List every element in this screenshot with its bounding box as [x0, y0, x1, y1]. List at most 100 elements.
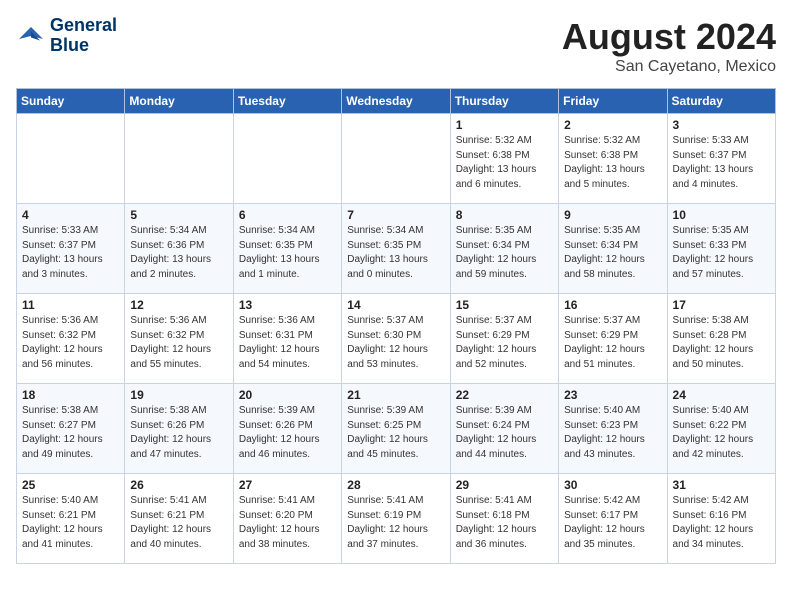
day-number: 12	[130, 298, 227, 312]
calendar-week-2: 4Sunrise: 5:33 AM Sunset: 6:37 PM Daylig…	[17, 204, 776, 294]
day-info: Sunrise: 5:42 AM Sunset: 6:16 PM Dayligh…	[673, 494, 770, 552]
logo-text: General Blue	[50, 16, 117, 56]
day-header-thursday: Thursday	[450, 89, 558, 114]
day-number: 7	[347, 208, 444, 222]
day-header-saturday: Saturday	[667, 89, 775, 114]
calendar-cell: 17 Sunrise: 5:38 AM Sunset: 6:28 PM Dayli…	[667, 294, 775, 384]
calendar-cell: 3 Sunrise: 5:33 AM Sunset: 6:37 PM Daylig…	[667, 114, 775, 204]
day-number: 21	[347, 388, 444, 402]
day-number: 8	[456, 208, 553, 222]
day-info: Sunrise: 5:38 AM Sunset: 6:28 PM Dayligh…	[673, 314, 770, 372]
day-number: 2	[564, 118, 661, 132]
day-info: Sunrise: 5:42 AM Sunset: 6:17 PM Dayligh…	[564, 494, 661, 552]
day-number: 25	[22, 478, 119, 492]
day-number: 17	[673, 298, 770, 312]
day-header-tuesday: Tuesday	[233, 89, 341, 114]
day-info: Sunrise: 5:34 AM Sunset: 6:35 PM Dayligh…	[239, 224, 336, 282]
day-number: 29	[456, 478, 553, 492]
day-number: 19	[130, 388, 227, 402]
day-info: Sunrise: 5:40 AM Sunset: 6:22 PM Dayligh…	[673, 404, 770, 462]
calendar-cell: 2 Sunrise: 5:32 AM Sunset: 6:38 PM Daylig…	[559, 114, 667, 204]
calendar-cell: 18 Sunrise: 5:38 AM Sunset: 6:27 PM Dayli…	[17, 384, 125, 474]
day-header-monday: Monday	[125, 89, 233, 114]
day-number: 14	[347, 298, 444, 312]
day-info: Sunrise: 5:40 AM Sunset: 6:23 PM Dayligh…	[564, 404, 661, 462]
day-number: 10	[673, 208, 770, 222]
day-number: 23	[564, 388, 661, 402]
day-number: 9	[564, 208, 661, 222]
calendar-cell: 7Sunrise: 5:34 AM Sunset: 6:35 PM Daylig…	[342, 204, 450, 294]
calendar-cell: 20Sunrise: 5:39 AM Sunset: 6:26 PM Dayli…	[233, 384, 341, 474]
calendar-week-1: 1 Sunrise: 5:32 AM Sunset: 6:38 PM Daylig…	[17, 114, 776, 204]
calendar-cell: 13Sunrise: 5:36 AM Sunset: 6:31 PM Dayli…	[233, 294, 341, 384]
day-number: 3	[673, 118, 770, 132]
day-number: 6	[239, 208, 336, 222]
day-info: Sunrise: 5:35 AM Sunset: 6:33 PM Dayligh…	[673, 224, 770, 282]
calendar-cell	[17, 114, 125, 204]
calendar-table: SundayMondayTuesdayWednesdayThursdayFrid…	[16, 88, 776, 564]
day-header-friday: Friday	[559, 89, 667, 114]
day-info: Sunrise: 5:40 AM Sunset: 6:21 PM Dayligh…	[22, 494, 119, 552]
calendar-cell: 29 Sunrise: 5:41 AM Sunset: 6:18 PM Dayli…	[450, 474, 558, 564]
day-info: Sunrise: 5:41 AM Sunset: 6:20 PM Dayligh…	[239, 494, 336, 552]
day-number: 5	[130, 208, 227, 222]
day-info: Sunrise: 5:41 AM Sunset: 6:21 PM Dayligh…	[130, 494, 227, 552]
day-number: 18	[22, 388, 119, 402]
title-block: August 2024 San Cayetano, Mexico	[562, 16, 776, 76]
day-info: Sunrise: 5:36 AM Sunset: 6:32 PM Dayligh…	[130, 314, 227, 372]
day-number: 26	[130, 478, 227, 492]
page-header: General Blue August 2024 San Cayetano, M…	[16, 16, 776, 76]
calendar-cell: 30 Sunrise: 5:42 AM Sunset: 6:17 PM Dayli…	[559, 474, 667, 564]
calendar-cell: 10 Sunrise: 5:35 AM Sunset: 6:33 PM Dayli…	[667, 204, 775, 294]
day-info: Sunrise: 5:37 AM Sunset: 6:29 PM Dayligh…	[564, 314, 661, 372]
day-info: Sunrise: 5:32 AM Sunset: 6:38 PM Dayligh…	[456, 134, 553, 192]
calendar-cell: 8 Sunrise: 5:35 AM Sunset: 6:34 PM Daylig…	[450, 204, 558, 294]
day-number: 30	[564, 478, 661, 492]
day-number: 20	[239, 388, 336, 402]
day-info: Sunrise: 5:39 AM Sunset: 6:25 PM Dayligh…	[347, 404, 444, 462]
calendar-cell	[233, 114, 341, 204]
calendar-cell: 6 Sunrise: 5:34 AM Sunset: 6:35 PM Daylig…	[233, 204, 341, 294]
day-info: Sunrise: 5:39 AM Sunset: 6:24 PM Dayligh…	[456, 404, 553, 462]
day-info: Sunrise: 5:38 AM Sunset: 6:26 PM Dayligh…	[130, 404, 227, 462]
day-number: 4	[22, 208, 119, 222]
logo-icon	[16, 21, 46, 51]
calendar-header: SundayMondayTuesdayWednesdayThursdayFrid…	[17, 89, 776, 114]
calendar-week-3: 11 Sunrise: 5:36 AM Sunset: 6:32 PM Dayli…	[17, 294, 776, 384]
day-info: Sunrise: 5:34 AM Sunset: 6:36 PM Dayligh…	[130, 224, 227, 282]
calendar-cell: 15Sunrise: 5:37 AM Sunset: 6:29 PM Dayli…	[450, 294, 558, 384]
day-number: 28	[347, 478, 444, 492]
day-info: Sunrise: 5:36 AM Sunset: 6:31 PM Dayligh…	[239, 314, 336, 372]
calendar-cell: 27Sunrise: 5:41 AM Sunset: 6:20 PM Dayli…	[233, 474, 341, 564]
calendar-cell: 1 Sunrise: 5:32 AM Sunset: 6:38 PM Daylig…	[450, 114, 558, 204]
calendar-cell: 5 Sunrise: 5:34 AM Sunset: 6:36 PM Daylig…	[125, 204, 233, 294]
day-number: 1	[456, 118, 553, 132]
day-info: Sunrise: 5:36 AM Sunset: 6:32 PM Dayligh…	[22, 314, 119, 372]
calendar-cell: 28 Sunrise: 5:41 AM Sunset: 6:19 PM Dayli…	[342, 474, 450, 564]
day-number: 11	[22, 298, 119, 312]
calendar-cell: 26 Sunrise: 5:41 AM Sunset: 6:21 PM Dayli…	[125, 474, 233, 564]
day-number: 24	[673, 388, 770, 402]
day-info: Sunrise: 5:35 AM Sunset: 6:34 PM Dayligh…	[456, 224, 553, 282]
day-info: Sunrise: 5:33 AM Sunset: 6:37 PM Dayligh…	[673, 134, 770, 192]
day-info: Sunrise: 5:41 AM Sunset: 6:19 PM Dayligh…	[347, 494, 444, 552]
calendar-cell: 21 Sunrise: 5:39 AM Sunset: 6:25 PM Dayli…	[342, 384, 450, 474]
day-number: 31	[673, 478, 770, 492]
calendar-cell: 14Sunrise: 5:37 AM Sunset: 6:30 PM Dayli…	[342, 294, 450, 384]
calendar-week-5: 25 Sunrise: 5:40 AM Sunset: 6:21 PM Dayli…	[17, 474, 776, 564]
calendar-cell: 22 Sunrise: 5:39 AM Sunset: 6:24 PM Dayli…	[450, 384, 558, 474]
day-number: 22	[456, 388, 553, 402]
day-info: Sunrise: 5:38 AM Sunset: 6:27 PM Dayligh…	[22, 404, 119, 462]
day-info: Sunrise: 5:37 AM Sunset: 6:29 PM Dayligh…	[456, 314, 553, 372]
calendar-cell: 31 Sunrise: 5:42 AM Sunset: 6:16 PM Dayli…	[667, 474, 775, 564]
calendar-title: August 2024	[562, 16, 776, 58]
day-number: 16	[564, 298, 661, 312]
calendar-cell: 4Sunrise: 5:33 AM Sunset: 6:37 PM Daylig…	[17, 204, 125, 294]
day-info: Sunrise: 5:32 AM Sunset: 6:38 PM Dayligh…	[564, 134, 661, 192]
calendar-cell: 23 Sunrise: 5:40 AM Sunset: 6:23 PM Dayli…	[559, 384, 667, 474]
day-info: Sunrise: 5:35 AM Sunset: 6:34 PM Dayligh…	[564, 224, 661, 282]
day-header-sunday: Sunday	[17, 89, 125, 114]
day-info: Sunrise: 5:41 AM Sunset: 6:18 PM Dayligh…	[456, 494, 553, 552]
calendar-cell: 9 Sunrise: 5:35 AM Sunset: 6:34 PM Daylig…	[559, 204, 667, 294]
day-header-wednesday: Wednesday	[342, 89, 450, 114]
